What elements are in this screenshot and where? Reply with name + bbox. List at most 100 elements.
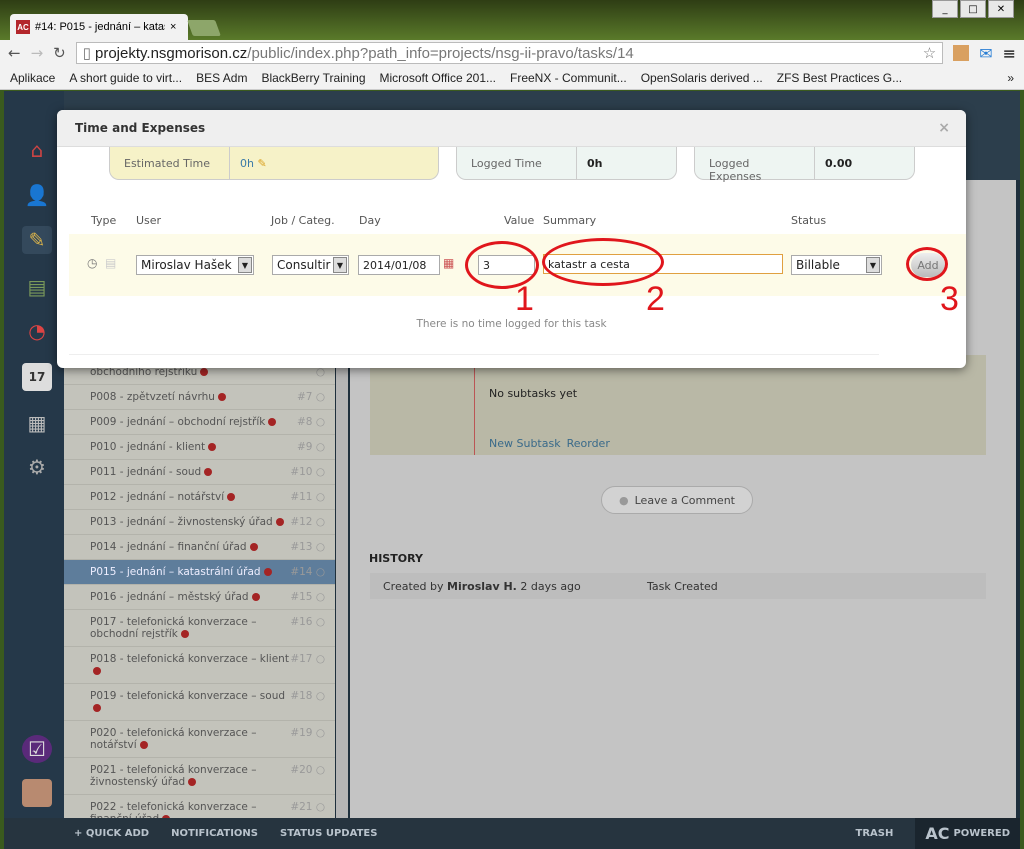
- settings-icon[interactable]: ⚙: [22, 453, 52, 481]
- tasks-icon[interactable]: ☑: [22, 735, 52, 763]
- complete-checkbox-icon[interactable]: ○: [316, 491, 325, 503]
- forward-icon[interactable]: →: [31, 44, 44, 62]
- complete-checkbox-icon[interactable]: ○: [316, 591, 325, 603]
- mail-extension-icon[interactable]: ✉: [979, 44, 992, 63]
- job-select[interactable]: Consultir ▼: [272, 255, 349, 275]
- extension-icon[interactable]: [953, 45, 970, 61]
- day-input[interactable]: 2014/01/08: [358, 255, 440, 275]
- modal-title: Time and Expenses: [75, 121, 206, 135]
- task-list-item[interactable]: P012 - jednání – notářství #11 ○: [64, 485, 335, 510]
- people-icon[interactable]: 👤: [22, 181, 52, 209]
- page-icon: ▯: [82, 45, 91, 62]
- reorder-link[interactable]: Reorder: [567, 437, 610, 450]
- history-user: Miroslav H.: [447, 579, 517, 593]
- complete-checkbox-icon[interactable]: ○: [316, 801, 325, 813]
- bookmark[interactable]: OpenSolaris derived ...: [641, 71, 763, 85]
- task-number: #16 ○: [290, 616, 325, 628]
- task-list-item[interactable]: P010 - jednání - klient #9 ○: [64, 435, 335, 460]
- quick-add-button[interactable]: + QUICK ADD: [74, 828, 149, 839]
- time-type-icon[interactable]: ◷: [87, 256, 97, 270]
- expense-type-icon[interactable]: ▤: [105, 256, 116, 270]
- close-window-icon[interactable]: ✕: [988, 0, 1014, 18]
- bookmark[interactable]: A short guide to virt...: [69, 71, 182, 85]
- tab-close-icon[interactable]: ×: [170, 21, 176, 33]
- user-select[interactable]: Miroslav Hašek ▼: [136, 255, 254, 275]
- maximize-icon[interactable]: □: [960, 0, 986, 18]
- leave-comment-button[interactable]: ● Leave a Comment: [601, 486, 753, 514]
- more-bookmarks[interactable]: »: [1007, 71, 1014, 85]
- task-number: #15 ○: [290, 591, 325, 603]
- task-label: P008 - zpětvzetí návrhu: [90, 391, 226, 403]
- col-value: Value: [504, 214, 535, 227]
- trash-button[interactable]: TRASH: [856, 828, 894, 839]
- back-icon[interactable]: ←: [8, 44, 21, 62]
- task-label: P018 - telefonická konverzace – klient: [90, 653, 290, 677]
- empty-message: There is no time logged for this task: [416, 318, 607, 330]
- reports-icon[interactable]: ◔: [22, 317, 52, 345]
- status-updates-button[interactable]: STATUS UPDATES: [280, 828, 377, 839]
- task-list-item[interactable]: P021 - telefonická konverzace – živnoste…: [64, 758, 335, 795]
- url-host: projekty.nsgmorison.cz: [95, 44, 248, 62]
- task-list-item[interactable]: P022 - telefonická konverzace – finanční…: [64, 795, 335, 818]
- avatar[interactable]: [22, 779, 52, 807]
- task-list-item[interactable]: P016 - jednání – městský úřad #15 ○: [64, 585, 335, 610]
- task-list-scrollbar[interactable]: [336, 360, 348, 818]
- menu-icon[interactable]: ≡: [1003, 44, 1016, 63]
- task-list-item[interactable]: P019 - telefonická konverzace – soud #18 …: [64, 684, 335, 721]
- annotation-ring-3: [906, 247, 948, 281]
- documents-icon[interactable]: ▤: [22, 273, 52, 301]
- complete-checkbox-icon[interactable]: ○: [316, 516, 325, 528]
- notifications-button[interactable]: NOTIFICATIONS: [171, 828, 258, 839]
- window-controls: _ □ ✕: [932, 0, 1014, 18]
- calendar-icon[interactable]: ▦: [443, 256, 454, 270]
- task-label: P011 - jednání - soud: [90, 466, 213, 478]
- bookmark[interactable]: Microsoft Office 201...: [380, 71, 497, 85]
- url-input[interactable]: ▯ projekty.nsgmorison.cz/public/index.php…: [75, 42, 944, 64]
- edit-pencil-icon[interactable]: ✎: [257, 157, 266, 170]
- task-list-item[interactable]: P014 - jednání – finanční úřad #13 ○: [64, 535, 335, 560]
- complete-checkbox-icon[interactable]: ○: [316, 466, 325, 478]
- task-list-item[interactable]: P009 - jednání – obchodní rejstřík #8 ○: [64, 410, 335, 435]
- minimize-icon[interactable]: _: [932, 0, 958, 18]
- annotation-label-2: 2: [646, 280, 665, 318]
- modal-close-icon[interactable]: ×: [938, 120, 950, 136]
- complete-checkbox-icon[interactable]: ○: [316, 391, 325, 403]
- bookmark[interactable]: BES Adm: [196, 71, 247, 85]
- calendar-icon[interactable]: 17: [22, 363, 52, 391]
- bookmark[interactable]: FreeNX - Communit...: [510, 71, 627, 85]
- bookmark[interactable]: ZFS Best Practices G...: [777, 71, 902, 85]
- complete-checkbox-icon[interactable]: ○: [316, 690, 325, 702]
- star-icon[interactable]: ☆: [923, 44, 936, 62]
- task-list-item[interactable]: P011 - jednání - soud #10 ○: [64, 460, 335, 485]
- status-select[interactable]: Billable ▼: [791, 255, 882, 275]
- complete-checkbox-icon[interactable]: ○: [316, 764, 325, 776]
- complete-checkbox-icon[interactable]: ○: [316, 541, 325, 553]
- projects-icon[interactable]: ✎: [22, 226, 52, 254]
- new-tab-button[interactable]: [187, 20, 221, 36]
- complete-checkbox-icon[interactable]: ○: [316, 416, 325, 428]
- new-subtask-link[interactable]: New Subtask: [489, 437, 561, 450]
- priority-icon: [204, 468, 213, 476]
- notebook-icon[interactable]: ▦: [22, 409, 52, 437]
- annotation-label-1: 1: [515, 280, 534, 318]
- bookmark[interactable]: BlackBerry Training: [261, 71, 365, 85]
- priority-icon: [208, 443, 217, 451]
- browser-tab[interactable]: AC #14: P015 - jednání – katastrální úřa…: [10, 14, 188, 40]
- task-list-item[interactable]: P008 - zpětvzetí návrhu #7 ○: [64, 385, 335, 410]
- bookmark[interactable]: Aplikace: [10, 71, 55, 85]
- logged-expenses-label: Logged Expenses: [695, 147, 815, 183]
- status-value: Billable: [796, 258, 840, 272]
- task-list-item[interactable]: P015 - jednání – katastrální úřad #14 ○: [64, 560, 335, 585]
- complete-checkbox-icon[interactable]: ○: [316, 727, 325, 739]
- task-list-item[interactable]: P013 - jednání – živnostenský úřad #12 ○: [64, 510, 335, 535]
- task-list-item[interactable]: P018 - telefonická konverzace – klient #1…: [64, 647, 335, 684]
- home-icon[interactable]: ⌂: [22, 136, 52, 164]
- complete-checkbox-icon[interactable]: ○: [316, 566, 325, 578]
- complete-checkbox-icon[interactable]: ○: [316, 616, 325, 628]
- task-list-item[interactable]: P020 - telefonická konverzace – notářstv…: [64, 721, 335, 758]
- subtasks-panel: No subtasks yet New Subtask Reorder: [370, 355, 986, 455]
- task-list-item[interactable]: P017 - telefonická konverzace – obchodní…: [64, 610, 335, 647]
- complete-checkbox-icon[interactable]: ○: [316, 441, 325, 453]
- reload-icon[interactable]: ↻: [53, 44, 66, 62]
- complete-checkbox-icon[interactable]: ○: [316, 653, 325, 665]
